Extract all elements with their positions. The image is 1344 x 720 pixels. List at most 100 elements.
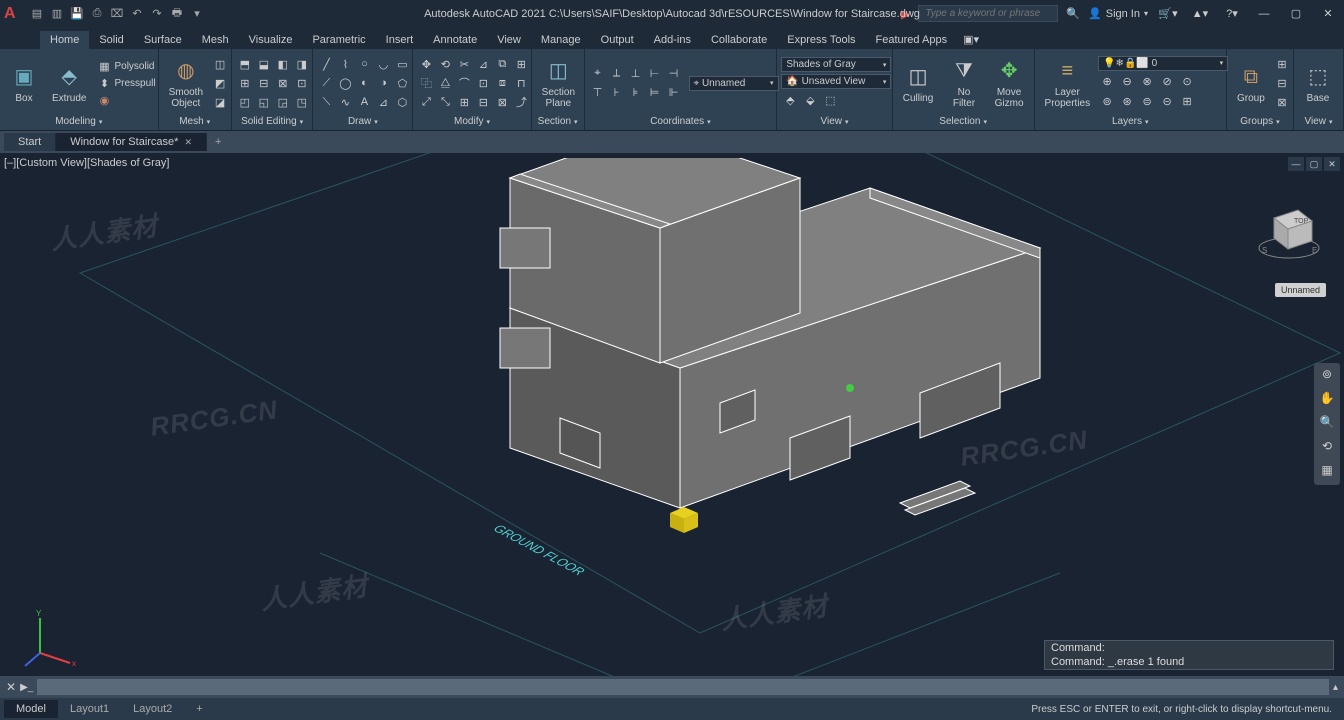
add-tab-button[interactable]: +	[207, 133, 229, 151]
ucs-7-icon[interactable]: ⊦	[608, 84, 626, 102]
panel-title-solidedit[interactable]: Solid Editing	[236, 115, 309, 128]
draw-rect-icon[interactable]: ▭	[393, 55, 411, 73]
mod-4-icon[interactable]: ⊿	[474, 55, 492, 73]
tab-expand-icon[interactable]: ▣▾	[957, 30, 985, 49]
draw-line-icon[interactable]: ╱	[317, 55, 335, 73]
qat-plot-icon[interactable]: ⌧	[108, 5, 126, 23]
ucs-9-icon[interactable]: ⊨	[646, 84, 664, 102]
panel-title-coords[interactable]: Coordinates	[589, 115, 773, 128]
layer-dropdown[interactable]: 💡❄🔒⬜ 0	[1098, 56, 1228, 71]
tab-output[interactable]: Output	[591, 31, 644, 49]
draw-9-icon[interactable]: ◑	[374, 74, 392, 92]
draw-circle-icon[interactable]: ○	[355, 55, 373, 73]
viewcube[interactable]: TOP S E	[1254, 193, 1324, 263]
help-icon[interactable]: ?▾	[1220, 7, 1244, 20]
qat-open-icon[interactable]: ▥	[48, 5, 66, 23]
panel-title-viewbase[interactable]: View	[1298, 115, 1339, 128]
mod-array-icon[interactable]: ⊞	[455, 93, 473, 111]
draw-6-icon[interactable]: ⟋	[317, 74, 335, 92]
panel-title-mesh[interactable]: Mesh	[163, 115, 227, 128]
command-input[interactable]	[37, 679, 1329, 695]
mod-12-icon[interactable]: ⊓	[512, 74, 530, 92]
viewport[interactable]: [–][Custom View][Shades of Gray] — ▢ ✕	[0, 153, 1344, 698]
tab-insert[interactable]: Insert	[376, 31, 424, 49]
se-icon-12[interactable]: ◳	[293, 93, 311, 111]
ucs-2-icon[interactable]: ⟂	[608, 65, 626, 83]
panel-title-modeling[interactable]: Modeling	[4, 115, 154, 128]
ucs-10-icon[interactable]: ⊩	[665, 84, 683, 102]
qat-saveas-icon[interactable]: ⎙	[88, 5, 106, 23]
lay-t9-icon[interactable]: ⊝	[1158, 93, 1176, 111]
nav-orbit-icon[interactable]: ⟲	[1318, 439, 1336, 457]
qat-more-icon[interactable]: ▾	[188, 5, 206, 23]
tab-view[interactable]: View	[487, 31, 531, 49]
gizmo-button[interactable]: ✥Move Gizmo	[989, 55, 1030, 111]
qat-print-icon[interactable]: 🖶	[168, 5, 186, 23]
se-icon-11[interactable]: ◲	[274, 93, 292, 111]
tab-mesh[interactable]: Mesh	[192, 31, 239, 49]
se-icon-6[interactable]: ⊟	[255, 74, 273, 92]
extrude-button[interactable]: ⬘Extrude	[46, 61, 92, 106]
revolve-button[interactable]: ◉	[94, 92, 158, 108]
add-layout-button[interactable]: +	[184, 700, 214, 718]
draw-13-icon[interactable]: A	[355, 93, 373, 111]
panel-title-view[interactable]: View	[781, 115, 887, 128]
group-button[interactable]: ⧉Group	[1231, 61, 1271, 106]
mod-mirror-icon[interactable]: ⧋	[436, 74, 454, 92]
polysolid-button[interactable]: ▦Polysolid	[94, 58, 158, 74]
tab-surface[interactable]: Surface	[134, 31, 192, 49]
lay-t8-icon[interactable]: ⊜	[1138, 93, 1156, 111]
minimize-button[interactable]: —	[1252, 8, 1276, 20]
visual-style-dropdown[interactable]: Shades of Gray	[781, 57, 891, 72]
ucs-named-dropdown[interactable]: ⌖ Unnamed	[689, 76, 779, 91]
mesh-tool1-icon[interactable]: ◫	[211, 55, 229, 73]
lay-t5-icon[interactable]: ⊙	[1178, 73, 1196, 91]
tab-collaborate[interactable]: Collaborate	[701, 31, 777, 49]
draw-12-icon[interactable]: ∿	[336, 93, 354, 111]
view-tool2-icon[interactable]: ⬙	[801, 91, 819, 109]
tab-annotate[interactable]: Annotate	[423, 31, 487, 49]
ucs-icon[interactable]: x Y	[20, 608, 80, 668]
grp-t1-icon[interactable]: ⊞	[1273, 55, 1291, 73]
signin-button[interactable]: 👤Sign In▾	[1088, 7, 1148, 20]
draw-7-icon[interactable]: ◯	[336, 74, 354, 92]
smooth-button[interactable]: ◍Smooth Object	[163, 55, 209, 111]
box-button[interactable]: ▣Box	[4, 61, 44, 106]
layer-props-button[interactable]: ≡Layer Properties	[1039, 55, 1097, 111]
panel-title-layers[interactable]: Layers	[1039, 115, 1222, 128]
tab-solid[interactable]: Solid	[89, 31, 133, 49]
mesh-tool3-icon[interactable]: ◪	[211, 93, 229, 111]
mod-18-icon[interactable]: ⤴	[512, 93, 530, 111]
qat-undo-icon[interactable]: ↶	[128, 5, 146, 23]
mod-rotate-icon[interactable]: ⟲	[436, 55, 454, 73]
culling-button[interactable]: ◫Culling	[897, 61, 940, 106]
panel-title-groups[interactable]: Groups	[1231, 115, 1289, 128]
grp-t2-icon[interactable]: ⊟	[1273, 74, 1291, 92]
mod-5-icon[interactable]: ⧉	[493, 55, 511, 73]
draw-11-icon[interactable]: ⟍	[317, 93, 335, 111]
section-plane-button[interactable]: ◫Section Plane	[536, 55, 581, 111]
view-unnamed-badge[interactable]: Unnamed	[1275, 283, 1326, 297]
panel-title-modify[interactable]: Modify	[417, 115, 526, 128]
qat-save-icon[interactable]: 💾	[68, 5, 86, 23]
draw-8-icon[interactable]: ◐	[355, 74, 373, 92]
se-icon-10[interactable]: ◱	[255, 93, 273, 111]
mod-scale-icon[interactable]: ⤡	[436, 93, 454, 111]
tab-visualize[interactable]: Visualize	[239, 31, 303, 49]
se-icon-3[interactable]: ◧	[274, 55, 292, 73]
maximize-button[interactable]: ▢	[1284, 7, 1308, 20]
mod-11-icon[interactable]: ⧈	[493, 74, 511, 92]
mod-copy-icon[interactable]: ⿻	[417, 74, 435, 92]
draw-10-icon[interactable]: ⬠	[393, 74, 411, 92]
layout1-tab[interactable]: Layout1	[58, 700, 121, 718]
ucs-5-icon[interactable]: ⊣	[665, 65, 683, 83]
nofilter-button[interactable]: ⧩No Filter	[941, 55, 986, 111]
nav-zoom-icon[interactable]: 🔍	[1318, 415, 1336, 433]
ucs-4-icon[interactable]: ⊢	[646, 65, 664, 83]
nav-pan-icon[interactable]: ✋	[1318, 391, 1336, 409]
tab-parametric[interactable]: Parametric	[302, 31, 375, 49]
nav-show-icon[interactable]: ▦	[1318, 463, 1336, 481]
qat-redo-icon[interactable]: ↷	[148, 5, 166, 23]
se-icon-9[interactable]: ◰	[236, 93, 254, 111]
cmd-close-icon[interactable]: ✕	[6, 680, 16, 694]
